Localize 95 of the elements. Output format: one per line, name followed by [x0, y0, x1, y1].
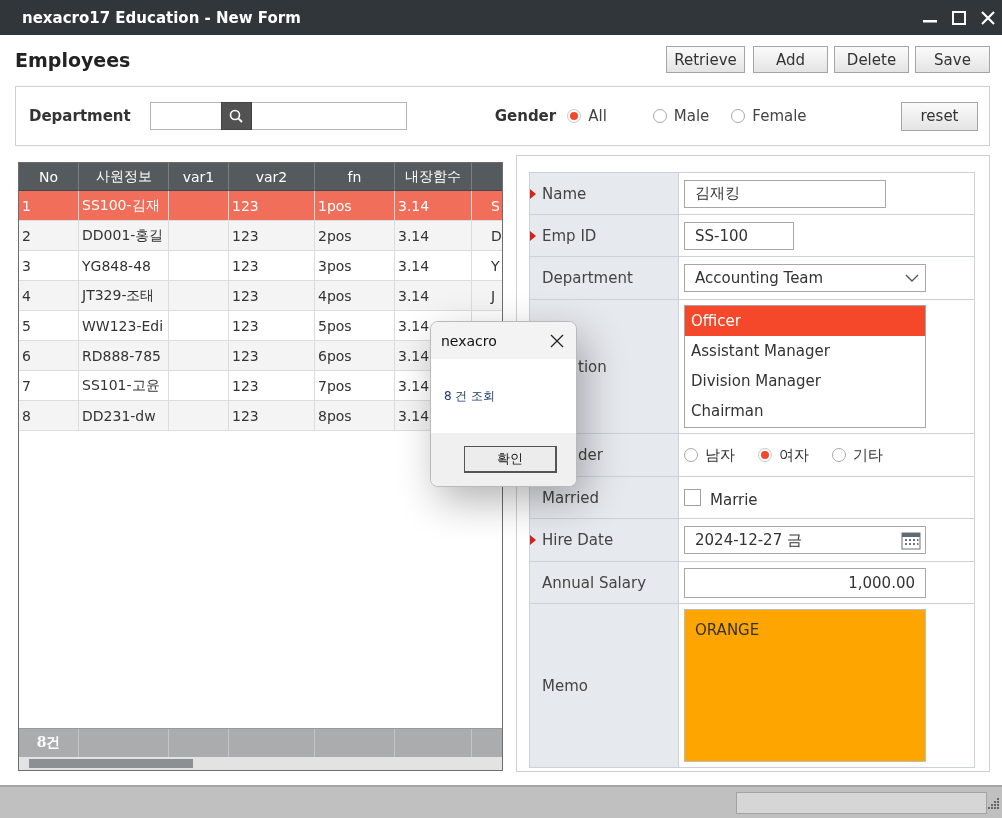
- number-field[interactable]: 1,000.00: [684, 567, 926, 598]
- column-header[interactable]: var1: [169, 163, 229, 191]
- radio-button[interactable]: [652, 109, 667, 123]
- field-label: Department: [542, 269, 633, 287]
- table-cell: JT329-조태: [79, 281, 169, 311]
- column-header[interactable]: 사원정보: [79, 163, 169, 191]
- radio-button[interactable]: [731, 109, 746, 123]
- field-label: Department: [29, 107, 131, 125]
- memo-field[interactable]: ORANGE: [684, 609, 926, 762]
- table-cell: D: [472, 221, 502, 251]
- toolbar-button[interactable]: Delete: [834, 46, 909, 73]
- ok-button[interactable]: 확인: [464, 446, 557, 473]
- table-cell: 123: [229, 401, 315, 431]
- field-label: der: [578, 446, 603, 464]
- table-cell: [169, 281, 229, 311]
- table-cell: RD888-785: [79, 341, 169, 371]
- column-header[interactable]: var2: [229, 163, 315, 191]
- table-cell: 4pos: [315, 281, 395, 311]
- field-label: Married: [542, 488, 600, 507]
- table-cell: [169, 191, 229, 221]
- text-field[interactable]: 김재킹: [684, 179, 886, 208]
- list-item[interactable]: Officer: [685, 306, 925, 336]
- column-header[interactable]: fn: [315, 163, 395, 191]
- table-cell: [169, 401, 229, 431]
- window-title: nexacro17 Education - New Form: [22, 8, 302, 27]
- checkbox[interactable]: [684, 489, 701, 506]
- table-cell: 6pos: [315, 341, 395, 371]
- table-cell: 3.14: [395, 191, 472, 221]
- table-cell: [169, 221, 229, 251]
- radio-button[interactable]: [832, 448, 846, 462]
- checkbox-label: Marrie: [710, 490, 758, 509]
- table-cell: J: [472, 281, 502, 311]
- dropdown-value: Accounting Team: [695, 269, 824, 287]
- required-marker-icon: [530, 188, 536, 199]
- table-cell: 2: [19, 221, 79, 251]
- date-value: 2024-12-27 금: [695, 530, 802, 550]
- search-field[interactable]: [149, 102, 407, 130]
- table-cell: 123: [229, 191, 315, 221]
- field-label: Emp ID: [542, 226, 597, 245]
- page-title: Employees: [15, 48, 132, 71]
- field-label: Annual Salary: [542, 573, 647, 592]
- toolbar-button[interactable]: Add: [753, 46, 828, 73]
- table-cell: 2pos: [315, 221, 395, 251]
- dropdown[interactable]: Accounting Team: [684, 264, 926, 292]
- toolbar-button[interactable]: Save: [915, 46, 990, 73]
- list-item[interactable]: Division Manager: [685, 366, 925, 396]
- table-cell: DD001-홍길: [79, 221, 169, 251]
- text-field[interactable]: SS-100: [684, 221, 794, 250]
- table-cell: 3.14: [395, 221, 472, 251]
- table-cell: SS100-김재: [79, 191, 169, 221]
- list-item[interactable]: Chairman: [685, 396, 925, 426]
- table-cell: 8: [19, 401, 79, 431]
- radio-label: 여자: [779, 445, 809, 465]
- radio-label: Female: [752, 107, 807, 125]
- column-header[interactable]: No: [19, 163, 79, 191]
- required-marker-icon: [530, 535, 536, 545]
- field-label: Hire Date: [542, 531, 614, 549]
- field-label: Memo: [542, 676, 588, 695]
- radio-label: 남자: [705, 445, 735, 465]
- table-cell: 8pos: [315, 401, 395, 431]
- field-label: tion: [578, 357, 607, 376]
- calendar-icon[interactable]: [901, 530, 921, 550]
- radio-label: All: [588, 107, 607, 125]
- table-cell: 123: [229, 341, 315, 371]
- table-cell: [169, 341, 229, 371]
- table-cell: 123: [229, 221, 315, 251]
- table-cell: 6: [19, 341, 79, 371]
- table-cell: DD231-dw: [79, 401, 169, 431]
- table-cell: 1pos: [315, 191, 395, 221]
- close-icon[interactable]: [550, 333, 564, 348]
- field-label: Gender: [494, 107, 557, 125]
- required-marker-icon: [530, 230, 536, 241]
- table-cell: 123: [229, 281, 315, 311]
- chevron-down-icon: [905, 273, 919, 283]
- radio-button[interactable]: [567, 109, 582, 123]
- list-box[interactable]: Officer Assistant Manager Division Manager Chairman: [684, 305, 926, 428]
- field-label: Name: [542, 184, 587, 203]
- table-cell: S: [472, 191, 502, 221]
- table-cell: 4: [19, 281, 79, 311]
- date-field[interactable]: 2024-12-27 금: [684, 526, 926, 554]
- search-icon: [229, 109, 244, 123]
- list-item[interactable]: Assistant Manager: [685, 336, 925, 366]
- horizontal-scrollbar[interactable]: [19, 757, 502, 770]
- reset-button[interactable]: reset: [901, 101, 978, 131]
- table-cell: 1: [19, 191, 79, 221]
- resize-grip-icon[interactable]: [987, 796, 1000, 809]
- maximize-icon[interactable]: [951, 9, 967, 26]
- table-cell: 3.14: [395, 281, 472, 311]
- radio-label: 기타: [853, 445, 883, 465]
- radio-button[interactable]: [758, 448, 772, 462]
- search-button[interactable]: [220, 102, 252, 130]
- radio-button[interactable]: [684, 448, 698, 462]
- column-header[interactable]: 내장함수: [395, 163, 472, 191]
- toolbar-button[interactable]: Retrieve: [666, 46, 745, 73]
- radio-label: Male: [673, 107, 710, 125]
